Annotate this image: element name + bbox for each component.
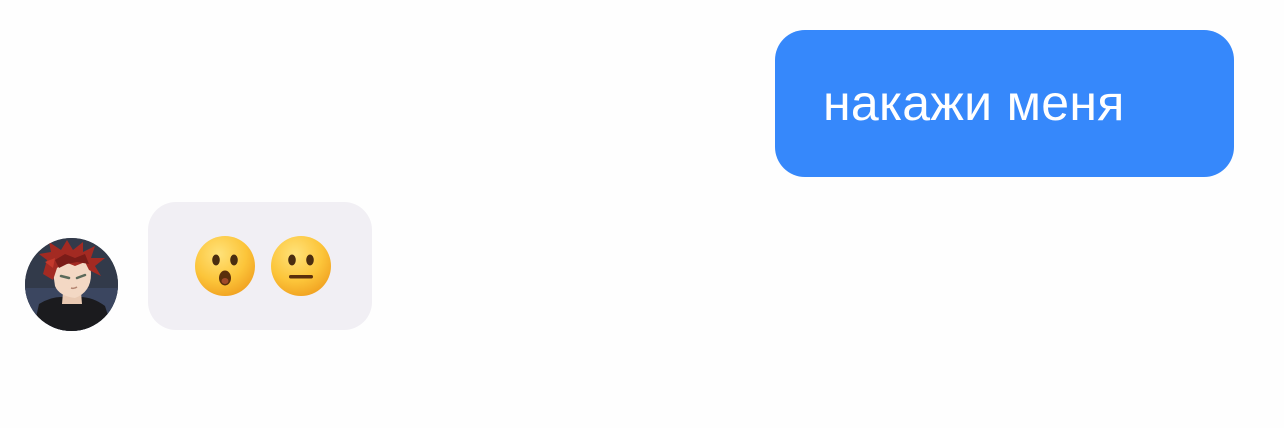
avatar-image: [25, 238, 118, 331]
avatar[interactable]: [25, 238, 118, 331]
outgoing-message-text: накажи меня: [823, 74, 1125, 131]
incoming-message-bubble[interactable]: [148, 202, 372, 330]
neutral-face-emoji: [271, 236, 331, 296]
chat-thread: накажи меня: [0, 0, 1284, 428]
hushed-face-emoji: [195, 236, 255, 296]
outgoing-message-bubble[interactable]: накажи меня: [775, 30, 1234, 177]
